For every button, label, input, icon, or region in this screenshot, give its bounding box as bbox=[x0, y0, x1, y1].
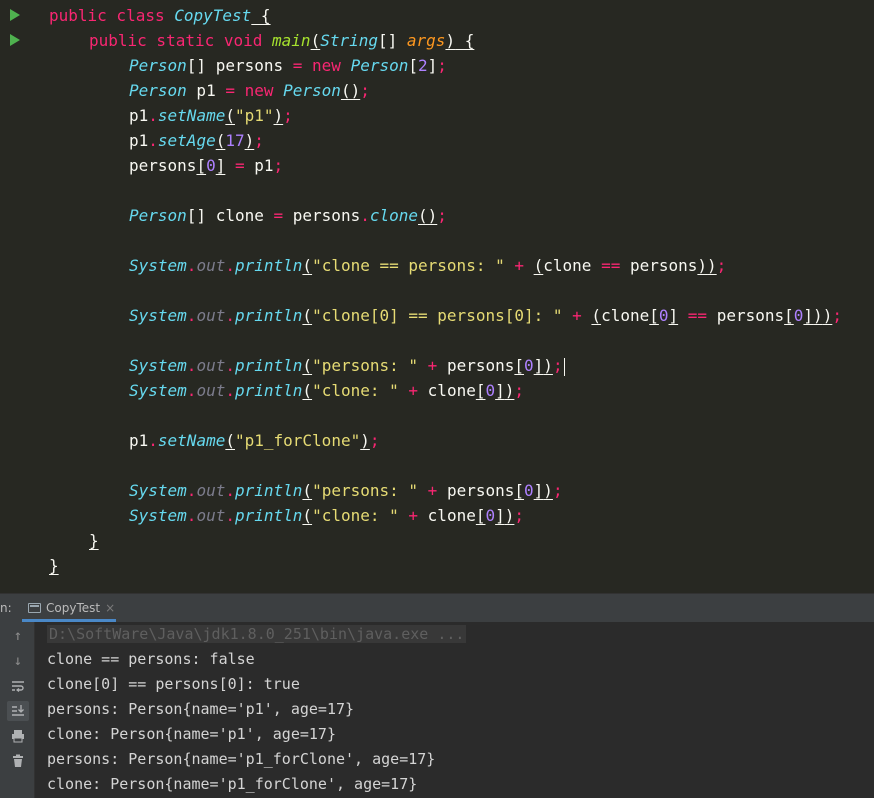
code-line-4: Person p1 = new Person(); bbox=[129, 81, 370, 100]
code-line-1: public class CopyTest { bbox=[49, 6, 271, 25]
code-editor[interactable]: public class CopyTest { public static vo… bbox=[0, 0, 874, 593]
run-tab-copytest[interactable]: CopyTest × bbox=[22, 598, 121, 618]
code-line-6: p1.setAge(17); bbox=[129, 131, 264, 150]
run-tab-label: CopyTest bbox=[46, 601, 101, 615]
console-command-line: D:\SoftWare\Java\jdk1.8.0_251\bin\java.e… bbox=[47, 625, 467, 643]
run-main-icon[interactable] bbox=[10, 34, 20, 46]
print-icon[interactable] bbox=[7, 726, 29, 746]
code-line-20: System.out.println("persons: " + persons… bbox=[129, 481, 563, 500]
code-line-18: p1.setName("p1_forClone"); bbox=[129, 431, 380, 450]
text-caret bbox=[563, 357, 565, 376]
code-line-11: System.out.println("clone == persons: " … bbox=[129, 256, 727, 275]
up-arrow-icon[interactable]: ↑ bbox=[7, 626, 29, 646]
trash-icon[interactable] bbox=[7, 751, 29, 771]
console-line: clone == persons: false bbox=[47, 650, 255, 668]
code-line-5: p1.setName("p1"); bbox=[129, 106, 293, 125]
code-line-2: public static void main(String[] args) { bbox=[89, 31, 475, 50]
run-panel-title: n: bbox=[0, 601, 12, 615]
console-line: persons: Person{name='p1', age=17} bbox=[47, 700, 355, 718]
down-arrow-icon[interactable]: ↓ bbox=[7, 651, 29, 671]
run-toolbar: ↑ ↓ bbox=[0, 622, 35, 798]
code-line-13: System.out.println("clone[0] == persons[… bbox=[129, 306, 842, 325]
console-line: clone: Person{name='p1_forClone', age=17… bbox=[47, 775, 418, 793]
code-line-21: System.out.println("clone: " + clone[0])… bbox=[129, 506, 525, 525]
console-line: persons: Person{name='p1_forClone', age=… bbox=[47, 750, 436, 768]
code-line-7: persons[0] = p1; bbox=[129, 156, 284, 175]
code-line-9: Person[] clone = persons.clone(); bbox=[129, 206, 447, 225]
console-output[interactable]: D:\SoftWare\Java\jdk1.8.0_251\bin\java.e… bbox=[35, 622, 874, 798]
console-line: clone[0] == persons[0]: true bbox=[47, 675, 300, 693]
run-panel-header: n: CopyTest × bbox=[0, 593, 874, 622]
code-line-15: System.out.println("persons: " + persons… bbox=[129, 356, 565, 376]
code-line-3: Person[] persons = new Person[2]; bbox=[129, 56, 447, 75]
run-class-icon[interactable] bbox=[10, 9, 20, 21]
close-icon[interactable]: × bbox=[105, 601, 115, 615]
console-icon bbox=[28, 603, 41, 613]
soft-wrap-icon[interactable] bbox=[7, 676, 29, 696]
scroll-to-end-icon[interactable] bbox=[7, 701, 29, 721]
console-line: clone: Person{name='p1', age=17} bbox=[47, 725, 336, 743]
code-line-22: } bbox=[89, 531, 99, 550]
code-line-23: } bbox=[49, 556, 59, 575]
code-line-16: System.out.println("clone: " + clone[0])… bbox=[129, 381, 525, 400]
